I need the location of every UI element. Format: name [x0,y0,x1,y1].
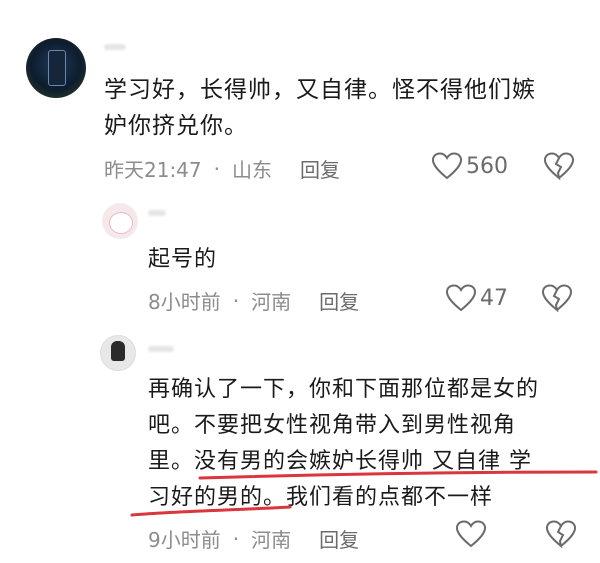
location: 河南 [251,290,292,314]
comment-meta: 8小时前 · 河南 回复 [148,286,359,315]
reply-button[interactable]: 回复 [319,286,359,315]
timestamp: 8小时前 [148,290,221,314]
meta-separator: · [232,526,240,551]
meta-separator: · [213,156,220,181]
reply-button[interactable]: 回复 [300,154,340,183]
dislike-button[interactable] [541,284,573,316]
broken-heart-icon [543,152,575,181]
broken-heart-icon [541,284,573,313]
avatar-anime-face-icon [109,212,133,234]
like-button[interactable] [456,520,490,548]
like-button[interactable]: 47 [446,284,508,312]
username-redacted [148,346,174,352]
heart-icon [432,152,462,180]
reply-button[interactable]: 回复 [319,524,359,553]
avatar[interactable] [102,203,138,239]
dislike-button[interactable] [545,520,577,552]
like-button[interactable]: 560 [432,152,508,180]
timestamp: 昨天21:47 [104,158,202,182]
avatar[interactable] [100,335,136,371]
like-count: 47 [480,285,508,311]
comment-meta: 昨天21:47 · 山东 回复 [104,154,340,183]
heart-icon [456,520,486,548]
location: 山东 [232,158,272,182]
like-count: 560 [466,153,508,179]
avatar-person-icon [111,341,125,361]
comment-text: 学习好，长得帅，又自律。怪不得他们嫉 妒你挤兑你。 [104,77,536,139]
avatar-bottle-icon [48,50,66,86]
broken-heart-icon [545,520,577,549]
comment-text: 再确认了一下，你和下面那位都是女的 吧。不要把女性视角带入到男性视角 里。没有男… [148,377,540,510]
username-redacted [104,44,126,50]
username-redacted [148,210,166,216]
dislike-button[interactable] [543,152,575,184]
avatar[interactable] [26,38,86,98]
timestamp: 9小时前 [148,528,221,552]
meta-separator: · [232,288,240,313]
location: 河南 [251,528,292,552]
comment-meta: 9小时前 · 河南 回复 [148,524,359,553]
comment-text: 起号的 [148,247,218,272]
heart-icon [446,284,476,312]
